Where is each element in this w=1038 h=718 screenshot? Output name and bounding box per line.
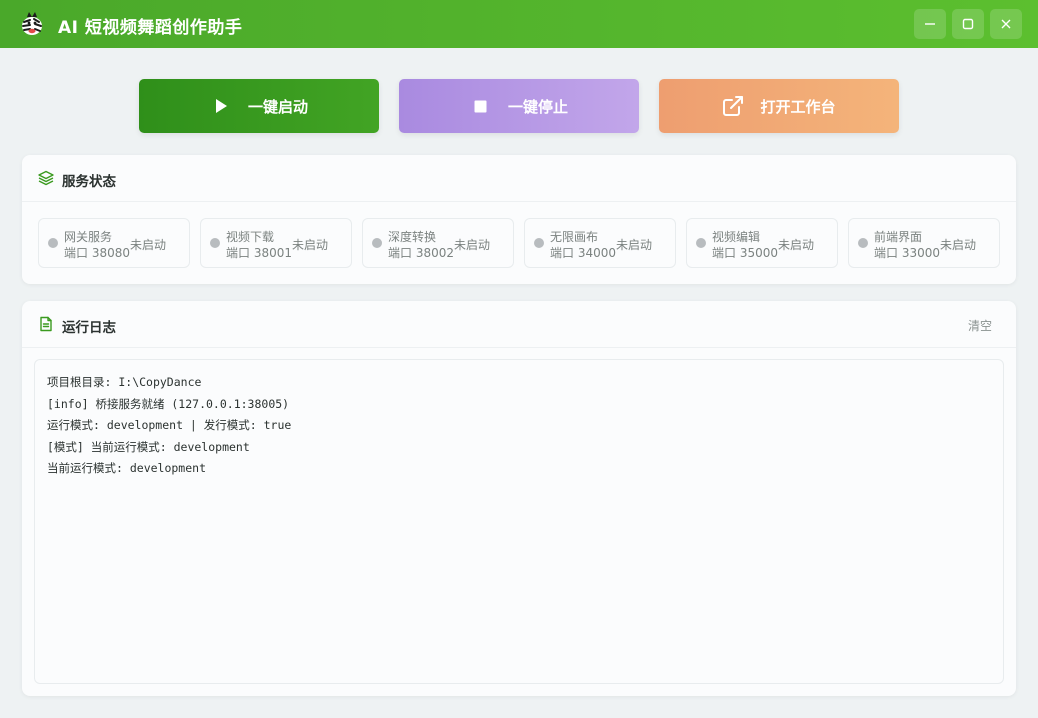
service-video-editor: 视频编辑 端口 35000 未启动 (686, 218, 838, 268)
service-name: 网关服务 (64, 230, 113, 244)
minimize-icon (925, 23, 935, 25)
run-log-header: 运行日志 清空 (22, 301, 1016, 348)
play-icon (210, 95, 232, 117)
service-port: 端口 34000 (550, 246, 616, 260)
service-port: 端口 38080 (64, 246, 130, 260)
stop-all-button[interactable]: 一键停止 (399, 79, 639, 133)
status-dot (534, 238, 544, 248)
status-dot (48, 238, 58, 248)
service-state: 未启动 (616, 238, 653, 252)
log-line: 项目根目录: I:\CopyDance (47, 375, 202, 389)
status-dot (696, 238, 706, 248)
external-link-icon (722, 95, 744, 117)
service-state: 未启动 (292, 238, 329, 252)
run-log-panel: 运行日志 清空 项目根目录: I:\CopyDance [info] 桥接服务就… (22, 301, 1016, 696)
service-name: 视频下载 (226, 230, 275, 244)
status-dot (858, 238, 868, 248)
service-name: 无限画布 (550, 230, 599, 244)
service-video-download: 视频下载 端口 38001 未启动 (200, 218, 352, 268)
open-workbench-label: 打开工作台 (760, 97, 836, 116)
minimize-button[interactable] (914, 9, 946, 39)
close-icon (1001, 19, 1011, 29)
service-port: 端口 38002 (388, 246, 454, 260)
service-port: 端口 38001 (226, 246, 292, 260)
status-dot (210, 238, 220, 248)
service-infinite-canvas: 无限画布 端口 34000 未启动 (524, 218, 676, 268)
open-workbench-button[interactable]: 打开工作台 (659, 79, 899, 133)
log-line: 当前运行模式: development (47, 461, 207, 475)
service-name: 前端界面 (874, 230, 923, 244)
service-port: 端口 35000 (712, 246, 778, 260)
service-name: 视频编辑 (712, 230, 761, 244)
run-log-title: 运行日志 (62, 320, 116, 336)
log-line: 运行模式: development | 发行模式: true (47, 418, 292, 432)
service-state: 未启动 (130, 238, 167, 252)
log-line: [模式] 当前运行模式: development (47, 439, 250, 454)
layers-icon (38, 170, 54, 186)
document-icon (40, 316, 52, 332)
service-frontend: 前端界面 端口 33000 未启动 (848, 218, 1000, 268)
service-gateway: 网关服务 端口 38080 未启动 (38, 218, 190, 268)
service-port: 端口 33000 (874, 246, 940, 260)
start-all-button[interactable]: 一键启动 (139, 79, 379, 133)
service-state: 未启动 (940, 238, 977, 252)
stop-all-label: 一键停止 (507, 97, 568, 116)
service-state: 未启动 (778, 238, 815, 252)
zebra-logo-icon (22, 12, 42, 35)
app-title: AI 短视频舞蹈创作助手 (58, 18, 243, 38)
status-dot (372, 238, 382, 248)
service-name: 深度转换 (388, 230, 437, 244)
log-output[interactable]: 项目根目录: I:\CopyDance [info] 桥接服务就绪 (127.0… (34, 359, 1004, 684)
service-state: 未启动 (454, 238, 491, 252)
maximize-button[interactable] (952, 9, 984, 39)
service-status-header: 服务状态 (22, 155, 1016, 202)
maximize-icon (962, 18, 974, 30)
service-status-panel: 服务状态 网关服务 端口 38080 未启动 视频下载 端口 38001 未启动… (22, 155, 1016, 284)
stop-icon (470, 95, 492, 117)
log-line: [info] 桥接服务就绪 (127.0.0.1:38005) (47, 396, 290, 411)
close-button[interactable] (990, 9, 1022, 39)
service-status-title: 服务状态 (62, 174, 116, 190)
clear-log-button[interactable]: 清空 (968, 317, 992, 334)
title-bar: AI 短视频舞蹈创作助手 (0, 0, 1038, 48)
start-all-label: 一键启动 (247, 97, 308, 116)
service-depth-convert: 深度转换 端口 38002 未启动 (362, 218, 514, 268)
